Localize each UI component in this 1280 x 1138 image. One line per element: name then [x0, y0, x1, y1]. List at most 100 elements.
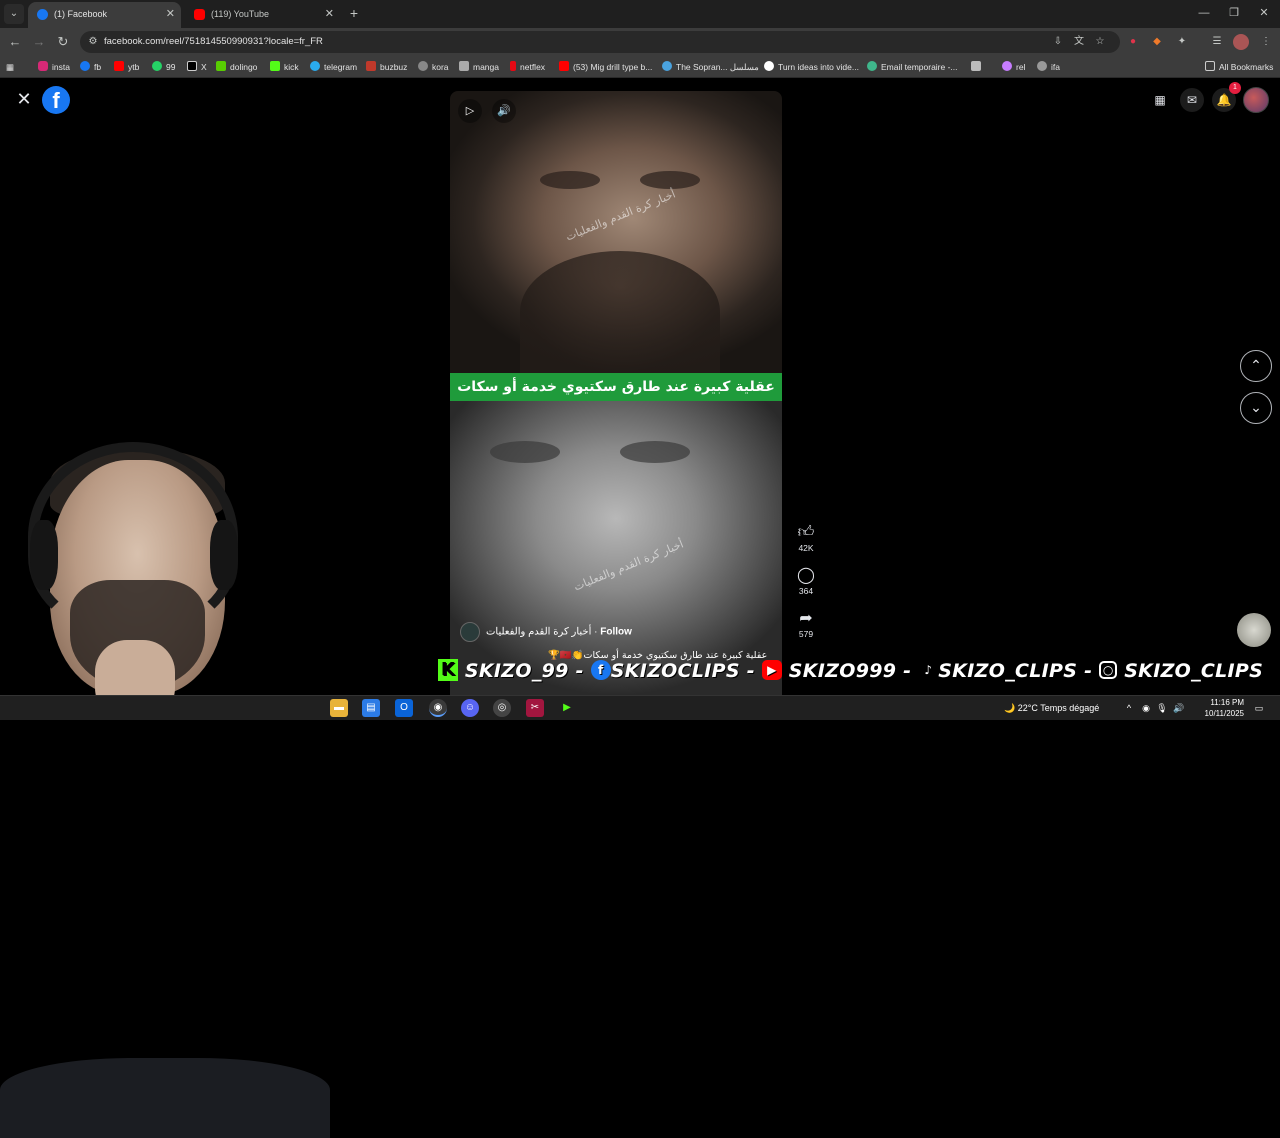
restore-button[interactable]: ❐ [1222, 4, 1246, 22]
minimize-button[interactable]: — [1192, 4, 1216, 22]
bookmark-turn-ideas[interactable]: Turn ideas into vide... [764, 59, 859, 75]
all-bookmarks-button[interactable]: All Bookmarks [1205, 59, 1273, 75]
facebook-handle: SKIZOCLIPS - [610, 660, 755, 682]
extension-icon[interactable]: ● [1125, 34, 1141, 50]
video-watermark: أخبار كرة القدم والفعليات [571, 537, 686, 594]
file-explorer-icon[interactable]: ▬ [330, 699, 348, 717]
like-icon: 👍︎ [797, 524, 815, 541]
install-app-icon[interactable]: ⇩ [1050, 34, 1066, 50]
more-menu-icon[interactable]: ⋮ [1258, 34, 1274, 50]
reel-video[interactable]: أخبار كرة القدم والفعليات عقلية كبيرة عن… [450, 91, 782, 695]
bookmark-dolingo[interactable]: dolingo [216, 59, 257, 75]
profile-avatar[interactable] [1233, 34, 1249, 50]
facebook-logo[interactable]: f [42, 86, 70, 114]
back-button[interactable]: ← [6, 33, 24, 51]
bookmark-manga[interactable]: manga [459, 59, 499, 75]
folder-icon [1205, 61, 1215, 71]
temperature: 22°C [1017, 703, 1038, 713]
address-bar[interactable]: ⚙ facebook.com/reel/751814550990931?loca… [80, 31, 1120, 53]
share-icon: ➦ [799, 610, 813, 627]
discord-icon[interactable]: ☺ [461, 699, 479, 717]
microphone-icon[interactable]: 🎙 [1155, 699, 1169, 717]
translate-icon[interactable]: 文 [1071, 34, 1087, 50]
chrome-icon[interactable]: ◉ [429, 699, 447, 717]
network-icon[interactable]: ◉ [1139, 699, 1153, 717]
bookmark-insta[interactable]: insta [38, 59, 70, 75]
new-tab-button[interactable]: + [345, 4, 363, 22]
tab-facebook[interactable]: (1) Facebook ✕ [28, 2, 181, 28]
extensions-puzzle-icon[interactable]: ✦ [1174, 34, 1190, 50]
author-name[interactable]: أخبار كرة القدم والفعليات [486, 627, 591, 638]
close-window-button[interactable]: ✕ [1252, 4, 1276, 22]
reload-button[interactable]: ↻ [54, 33, 72, 51]
share-button[interactable]: ➦ 579 [792, 610, 820, 640]
bookmark-rel[interactable]: rel [1002, 59, 1025, 75]
bookmark-ifa[interactable]: ifa [1037, 59, 1060, 75]
weather-text: Temps dégagé [1040, 703, 1100, 713]
weather-widget[interactable]: 🌙 22°C Temps dégagé [1004, 699, 1099, 717]
store-icon[interactable]: ▤ [362, 699, 380, 717]
capcut-icon[interactable]: ✂ [526, 699, 544, 717]
apps-icon[interactable]: ▦ [6, 59, 14, 75]
clock-date: 10/11/2025 [1204, 709, 1244, 718]
like-button[interactable]: 👍︎ 42K [792, 524, 820, 554]
bookmark-telegram[interactable]: telegram [310, 59, 357, 75]
close-tab-icon[interactable]: ✕ [166, 2, 175, 26]
bookmark-unnamed[interactable] [971, 59, 985, 75]
whatsapp-icon [152, 61, 162, 71]
facebook-icon [37, 9, 48, 20]
account-avatar[interactable] [1243, 87, 1269, 113]
follow-button[interactable]: Follow [600, 627, 632, 638]
tiktok-handle: SKIZO_CLIPS - [938, 660, 1093, 682]
system-clock[interactable]: 11:16 PM 10/11/2025 [1202, 697, 1244, 719]
instagram-handle: SKIZO_CLIPS [1124, 660, 1264, 682]
sidebar-avatar[interactable] [1237, 613, 1271, 647]
instagram-icon: ○ [1099, 661, 1118, 679]
forward-button[interactable]: → [30, 33, 48, 51]
reading-list-icon[interactable]: ☰ [1209, 34, 1225, 50]
bookmark-ytb[interactable]: ytb [114, 59, 139, 75]
reel-author[interactable]: أخبار كرة القدم والفعليات · Follow [460, 622, 632, 642]
bookmark-mig-drill[interactable]: (53) Mig drill type b... [559, 59, 652, 75]
obs-icon[interactable]: ◎ [493, 699, 511, 717]
url-text: facebook.com/reel/751814550990931?locale… [104, 36, 323, 47]
volume-icon[interactable]: 🔊 [492, 99, 516, 123]
comment-button[interactable]: ◯ 364 [792, 567, 820, 597]
ifa-icon [1037, 61, 1047, 71]
bookmark-99[interactable]: 99 [152, 59, 175, 75]
messenger-icon[interactable]: ✉ [1180, 88, 1204, 112]
menu-grid-icon[interactable]: ▦ [1148, 88, 1172, 112]
speaker-icon[interactable]: 🔊 [1172, 699, 1186, 717]
tray-overflow-icon[interactable]: ^ [1122, 699, 1136, 717]
bookmark-fb[interactable]: fb [80, 59, 101, 75]
extension-icon[interactable]: ◆ [1149, 34, 1165, 50]
kick-icon [270, 61, 280, 71]
youtube-icon [194, 9, 205, 20]
bookmark-netflex[interactable]: netflex [510, 59, 545, 75]
tab-youtube[interactable]: (119) YouTube ✕ [185, 2, 340, 28]
site-info-icon[interactable]: ⚙ [86, 35, 100, 49]
kick-app-icon[interactable]: ▶ [558, 699, 576, 717]
author-avatar[interactable] [460, 622, 480, 642]
outlook-icon[interactable]: O [395, 699, 413, 717]
close-icon[interactable]: ✕ [14, 89, 34, 109]
next-reel-button[interactable]: ⌄ [1240, 392, 1272, 424]
bookmark-kick[interactable]: kick [270, 59, 299, 75]
bookmark-sopranos[interactable]: The Sopran... مسلسل [662, 59, 759, 75]
headset-cup [30, 520, 58, 590]
comment-count: 364 [798, 586, 814, 596]
telegram-icon [310, 61, 320, 71]
bookmark-buzbuz[interactable]: buzbuz [366, 59, 407, 75]
bookmark-icon [971, 61, 981, 71]
stream-socials-overlay: K SKIZO_99 - f SKIZOCLIPS - ▶ SKIZO999 - … [438, 655, 1280, 687]
video-watermark: أخبار كرة القدم والفعليات [563, 187, 678, 244]
bookmark-kora[interactable]: kora [418, 59, 449, 75]
notification-center-icon[interactable]: ▭ [1252, 699, 1266, 717]
play-icon[interactable]: ▷ [458, 99, 482, 123]
bookmark-x[interactable]: X [187, 59, 207, 75]
bookmark-star-icon[interactable]: ☆ [1092, 34, 1108, 50]
bookmark-email-temp[interactable]: Email temporaire -... [867, 59, 958, 75]
close-tab-icon[interactable]: ✕ [325, 2, 334, 26]
previous-reel-button[interactable]: ⌃ [1240, 350, 1272, 382]
tab-search-button[interactable]: ⌄ [4, 4, 24, 24]
